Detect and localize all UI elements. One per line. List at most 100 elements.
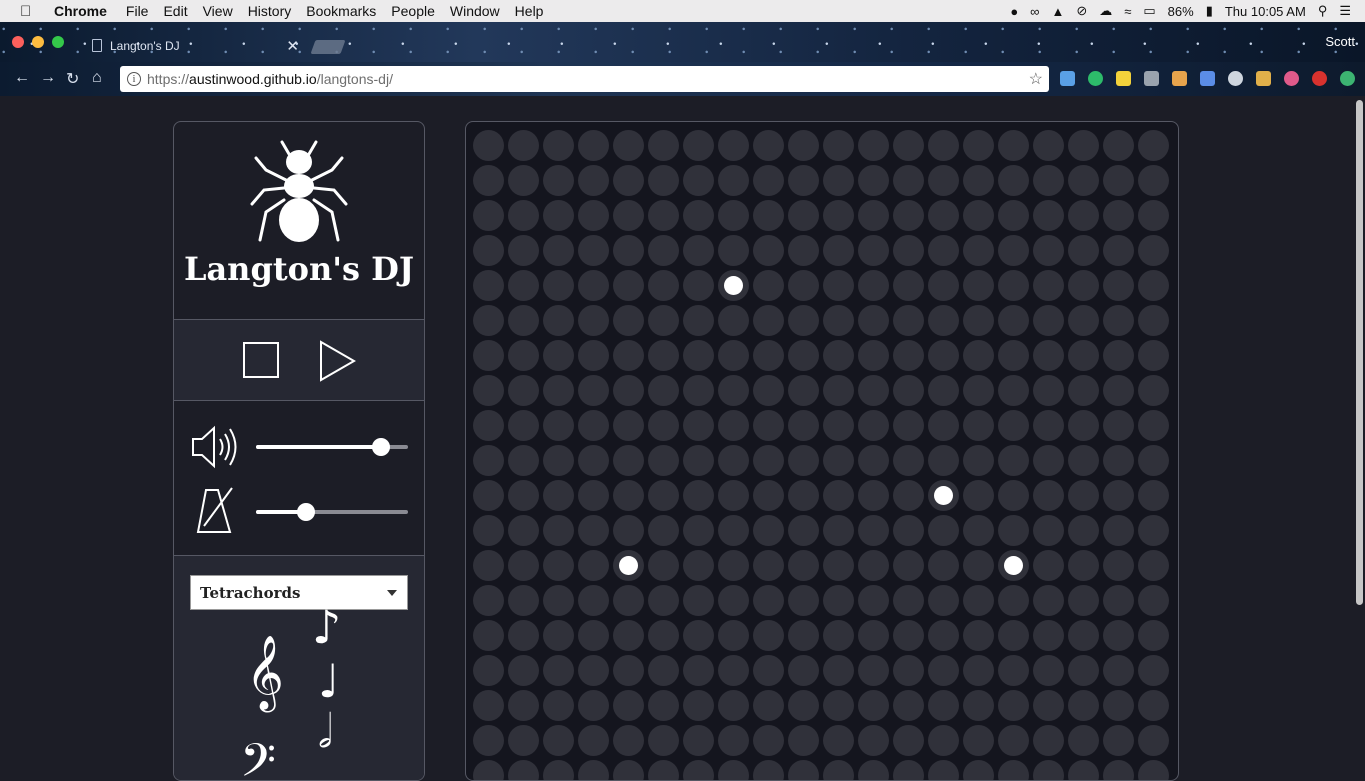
grid-cell[interactable] xyxy=(613,165,644,196)
grid-cell[interactable] xyxy=(963,655,994,686)
grid-cell[interactable] xyxy=(823,725,854,756)
app-menu[interactable]: Chrome xyxy=(54,3,107,19)
grid-cell[interactable] xyxy=(1103,480,1134,511)
grid-cell[interactable] xyxy=(753,690,784,721)
grid-cell[interactable] xyxy=(683,165,714,196)
grid-cell[interactable] xyxy=(823,445,854,476)
grid-cell[interactable] xyxy=(928,410,959,441)
grid-cell[interactable] xyxy=(1033,620,1064,651)
page-scrollbar[interactable] xyxy=(1356,100,1363,605)
grid-cell[interactable] xyxy=(893,340,924,371)
notification-center-icon[interactable]: ☰ xyxy=(1339,3,1351,19)
grid-cell[interactable] xyxy=(858,445,889,476)
grid-cell[interactable] xyxy=(1033,165,1064,196)
grid-cell[interactable] xyxy=(648,445,679,476)
grid-cell[interactable] xyxy=(648,375,679,406)
grid-cell[interactable] xyxy=(928,270,959,301)
grid-cell[interactable] xyxy=(718,340,749,371)
grid-cell[interactable] xyxy=(613,480,644,511)
grid-cell[interactable] xyxy=(1103,515,1134,546)
grid-cell[interactable] xyxy=(753,655,784,686)
grid-cell[interactable] xyxy=(823,270,854,301)
grid-cell[interactable] xyxy=(928,655,959,686)
menu-people[interactable]: People xyxy=(391,3,435,19)
grid-cell[interactable] xyxy=(963,165,994,196)
grid-cell[interactable] xyxy=(613,515,644,546)
grid-cell[interactable] xyxy=(718,690,749,721)
grid-cell[interactable] xyxy=(753,375,784,406)
grid-cell[interactable] xyxy=(1033,235,1064,266)
grid-cell-ant[interactable] xyxy=(718,270,749,301)
grid-cell[interactable] xyxy=(963,725,994,756)
grid-cell[interactable] xyxy=(543,445,574,476)
grid-cell[interactable] xyxy=(473,620,504,651)
grid-cell[interactable] xyxy=(928,200,959,231)
grid-cell[interactable] xyxy=(753,305,784,336)
grid-cell[interactable] xyxy=(963,270,994,301)
grid-cell[interactable] xyxy=(718,480,749,511)
grid-cell[interactable] xyxy=(648,655,679,686)
grid-cell[interactable] xyxy=(473,235,504,266)
grid-cell[interactable] xyxy=(613,690,644,721)
grid-cell[interactable] xyxy=(683,480,714,511)
grid-cell[interactable] xyxy=(613,655,644,686)
grid-cell[interactable] xyxy=(543,620,574,651)
grid-cell[interactable] xyxy=(578,270,609,301)
grid-cell[interactable] xyxy=(788,410,819,441)
grid-cell[interactable] xyxy=(683,305,714,336)
grid-cell[interactable] xyxy=(858,375,889,406)
grid-cell[interactable] xyxy=(543,375,574,406)
grid-cell[interactable] xyxy=(823,130,854,161)
tempo-slider-thumb[interactable] xyxy=(297,503,316,521)
grid-cell[interactable] xyxy=(473,515,504,546)
grid-cell[interactable] xyxy=(788,585,819,616)
grid-cell[interactable] xyxy=(1138,620,1169,651)
grid-cell[interactable] xyxy=(543,270,574,301)
grid-cell[interactable] xyxy=(508,375,539,406)
grid-cell[interactable] xyxy=(718,165,749,196)
grid-cell[interactable] xyxy=(858,585,889,616)
grid-cell[interactable] xyxy=(1138,375,1169,406)
grid-cell[interactable] xyxy=(508,130,539,161)
grid-cell[interactable] xyxy=(788,200,819,231)
grid-cell[interactable] xyxy=(718,410,749,441)
grid-cell-ant[interactable] xyxy=(613,550,644,581)
airplay-icon[interactable]: ▭ xyxy=(1143,3,1155,19)
grid-cell[interactable] xyxy=(823,410,854,441)
grid-cell[interactable] xyxy=(578,375,609,406)
grid-cell[interactable] xyxy=(1103,760,1134,780)
grid-cell[interactable] xyxy=(928,585,959,616)
grid-cell[interactable] xyxy=(928,130,959,161)
grid-cell[interactable] xyxy=(998,620,1029,651)
grid-cell[interactable] xyxy=(1138,270,1169,301)
grid-cell[interactable] xyxy=(1068,235,1099,266)
grid-cell[interactable] xyxy=(788,480,819,511)
grid-cell[interactable] xyxy=(928,515,959,546)
grid-cell[interactable] xyxy=(1033,410,1064,441)
grid-cell[interactable] xyxy=(823,480,854,511)
grid-cell[interactable] xyxy=(753,550,784,581)
grid-cell[interactable] xyxy=(683,200,714,231)
grid-cell[interactable] xyxy=(683,550,714,581)
grid-cell[interactable] xyxy=(473,305,504,336)
menu-window[interactable]: Window xyxy=(450,3,500,19)
battery-percent[interactable]: 86% xyxy=(1168,4,1194,19)
play-button[interactable] xyxy=(319,340,357,382)
grid-cell[interactable] xyxy=(718,200,749,231)
grid-cell[interactable] xyxy=(648,620,679,651)
grid-cell[interactable] xyxy=(1068,340,1099,371)
grid-cell[interactable] xyxy=(1138,515,1169,546)
grid-cell[interactable] xyxy=(963,550,994,581)
grid-cell[interactable] xyxy=(613,620,644,651)
grid-cell[interactable] xyxy=(788,270,819,301)
apple-menu-icon[interactable]:  xyxy=(20,3,40,20)
grid-cell[interactable] xyxy=(648,270,679,301)
grid-cell[interactable] xyxy=(473,655,504,686)
grid-cell[interactable] xyxy=(1138,585,1169,616)
bass-clef-icon[interactable]: 𝄢 xyxy=(240,734,276,780)
grid-cell[interactable] xyxy=(753,165,784,196)
eighth-note-icon[interactable]: ♪ xyxy=(312,600,341,654)
grid-cell[interactable] xyxy=(578,725,609,756)
grid-cell[interactable] xyxy=(998,655,1029,686)
grid-cell[interactable] xyxy=(788,760,819,780)
